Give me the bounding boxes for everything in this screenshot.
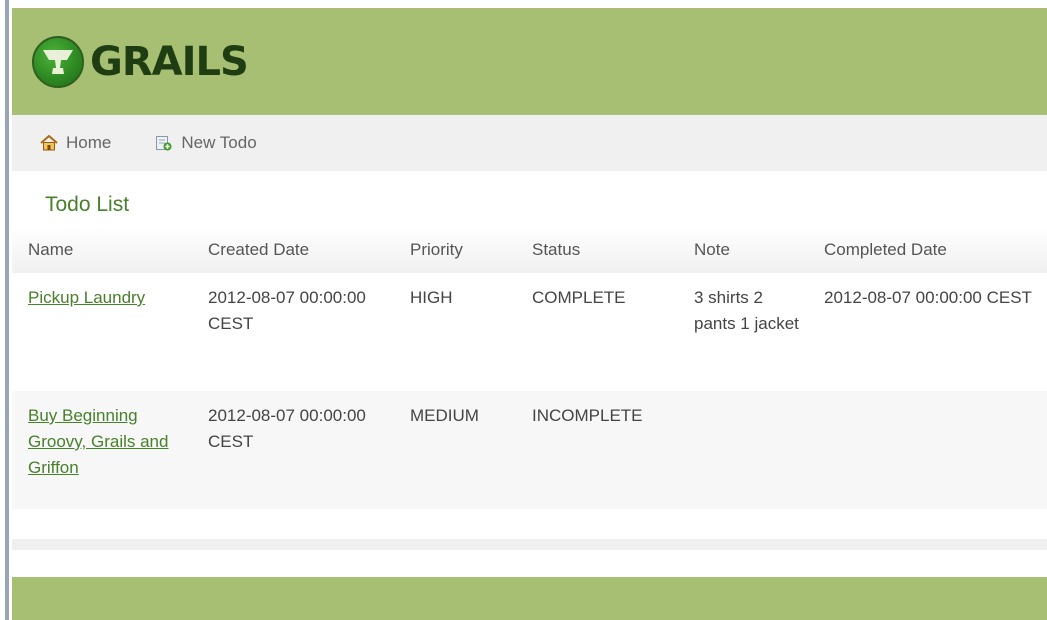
grails-goblet-icon [32, 36, 84, 88]
nav-home-label: Home [66, 133, 112, 152]
column-header-name[interactable]: Name [12, 227, 192, 273]
cell-status: COMPLETE [532, 288, 626, 307]
column-header-completed-date[interactable]: Completed Date [808, 227, 1047, 273]
window-left-edge [0, 0, 12, 620]
cell-note: 3 shirts 2 pants 1 jacket [694, 288, 799, 333]
grails-logo[interactable]: GRAILS [32, 36, 249, 88]
column-header-status[interactable]: Status [516, 227, 678, 273]
pagination-bar [12, 539, 1047, 550]
table-row: Pickup Laundry 2012-08-07 00:00:00 CEST … [12, 273, 1047, 391]
cell-created-date: 2012-08-07 00:00:00 CEST [208, 288, 366, 333]
cell-name: Buy Beginning Groovy, Grails and Griffon [12, 391, 192, 509]
page-title: Todo List [45, 193, 130, 216]
cell-note [678, 391, 808, 509]
logo-text: GRAILS [90, 39, 249, 85]
top-strip [12, 0, 1047, 8]
cell-status: INCOMPLETE [532, 406, 643, 425]
cell-completed-date: 2012-08-07 00:00:00 CEST [824, 288, 1032, 307]
content-spacer [12, 550, 1047, 577]
cell-priority: HIGH [410, 288, 453, 307]
home-icon [40, 134, 58, 151]
pagination-area [12, 509, 1047, 539]
column-header-created-date[interactable]: Created Date [192, 227, 394, 273]
footer-banner [12, 577, 1047, 620]
cell-completed-date [808, 391, 1047, 509]
cell-created-date: 2012-08-07 00:00:00 CEST [208, 406, 366, 451]
todo-table: Name Created Date Priority Status Note C… [12, 227, 1047, 509]
nav-new-todo-link[interactable]: New Todo [155, 133, 257, 153]
main-content: Todo List Name Created Date Priority Sta… [12, 171, 1047, 620]
todo-name-link[interactable]: Pickup Laundry [28, 288, 145, 307]
cell-priority: MEDIUM [410, 406, 479, 425]
header-banner: GRAILS [12, 8, 1047, 115]
column-header-priority[interactable]: Priority [394, 227, 516, 273]
app-root: GRAILS Home New Todo Todo List Name Crea… [12, 0, 1047, 620]
nav-home-link[interactable]: Home [40, 133, 111, 153]
table-row: Buy Beginning Groovy, Grails and Griffon… [12, 391, 1047, 509]
table-header-row: Name Created Date Priority Status Note C… [12, 227, 1047, 273]
new-document-icon [155, 135, 173, 151]
todo-name-link[interactable]: Buy Beginning Groovy, Grails and Griffon [28, 406, 168, 477]
nav-new-todo-label: New Todo [181, 133, 257, 152]
column-header-note[interactable]: Note [678, 227, 808, 273]
nav-bar: Home New Todo [12, 115, 1047, 171]
cell-name: Pickup Laundry [12, 273, 192, 391]
